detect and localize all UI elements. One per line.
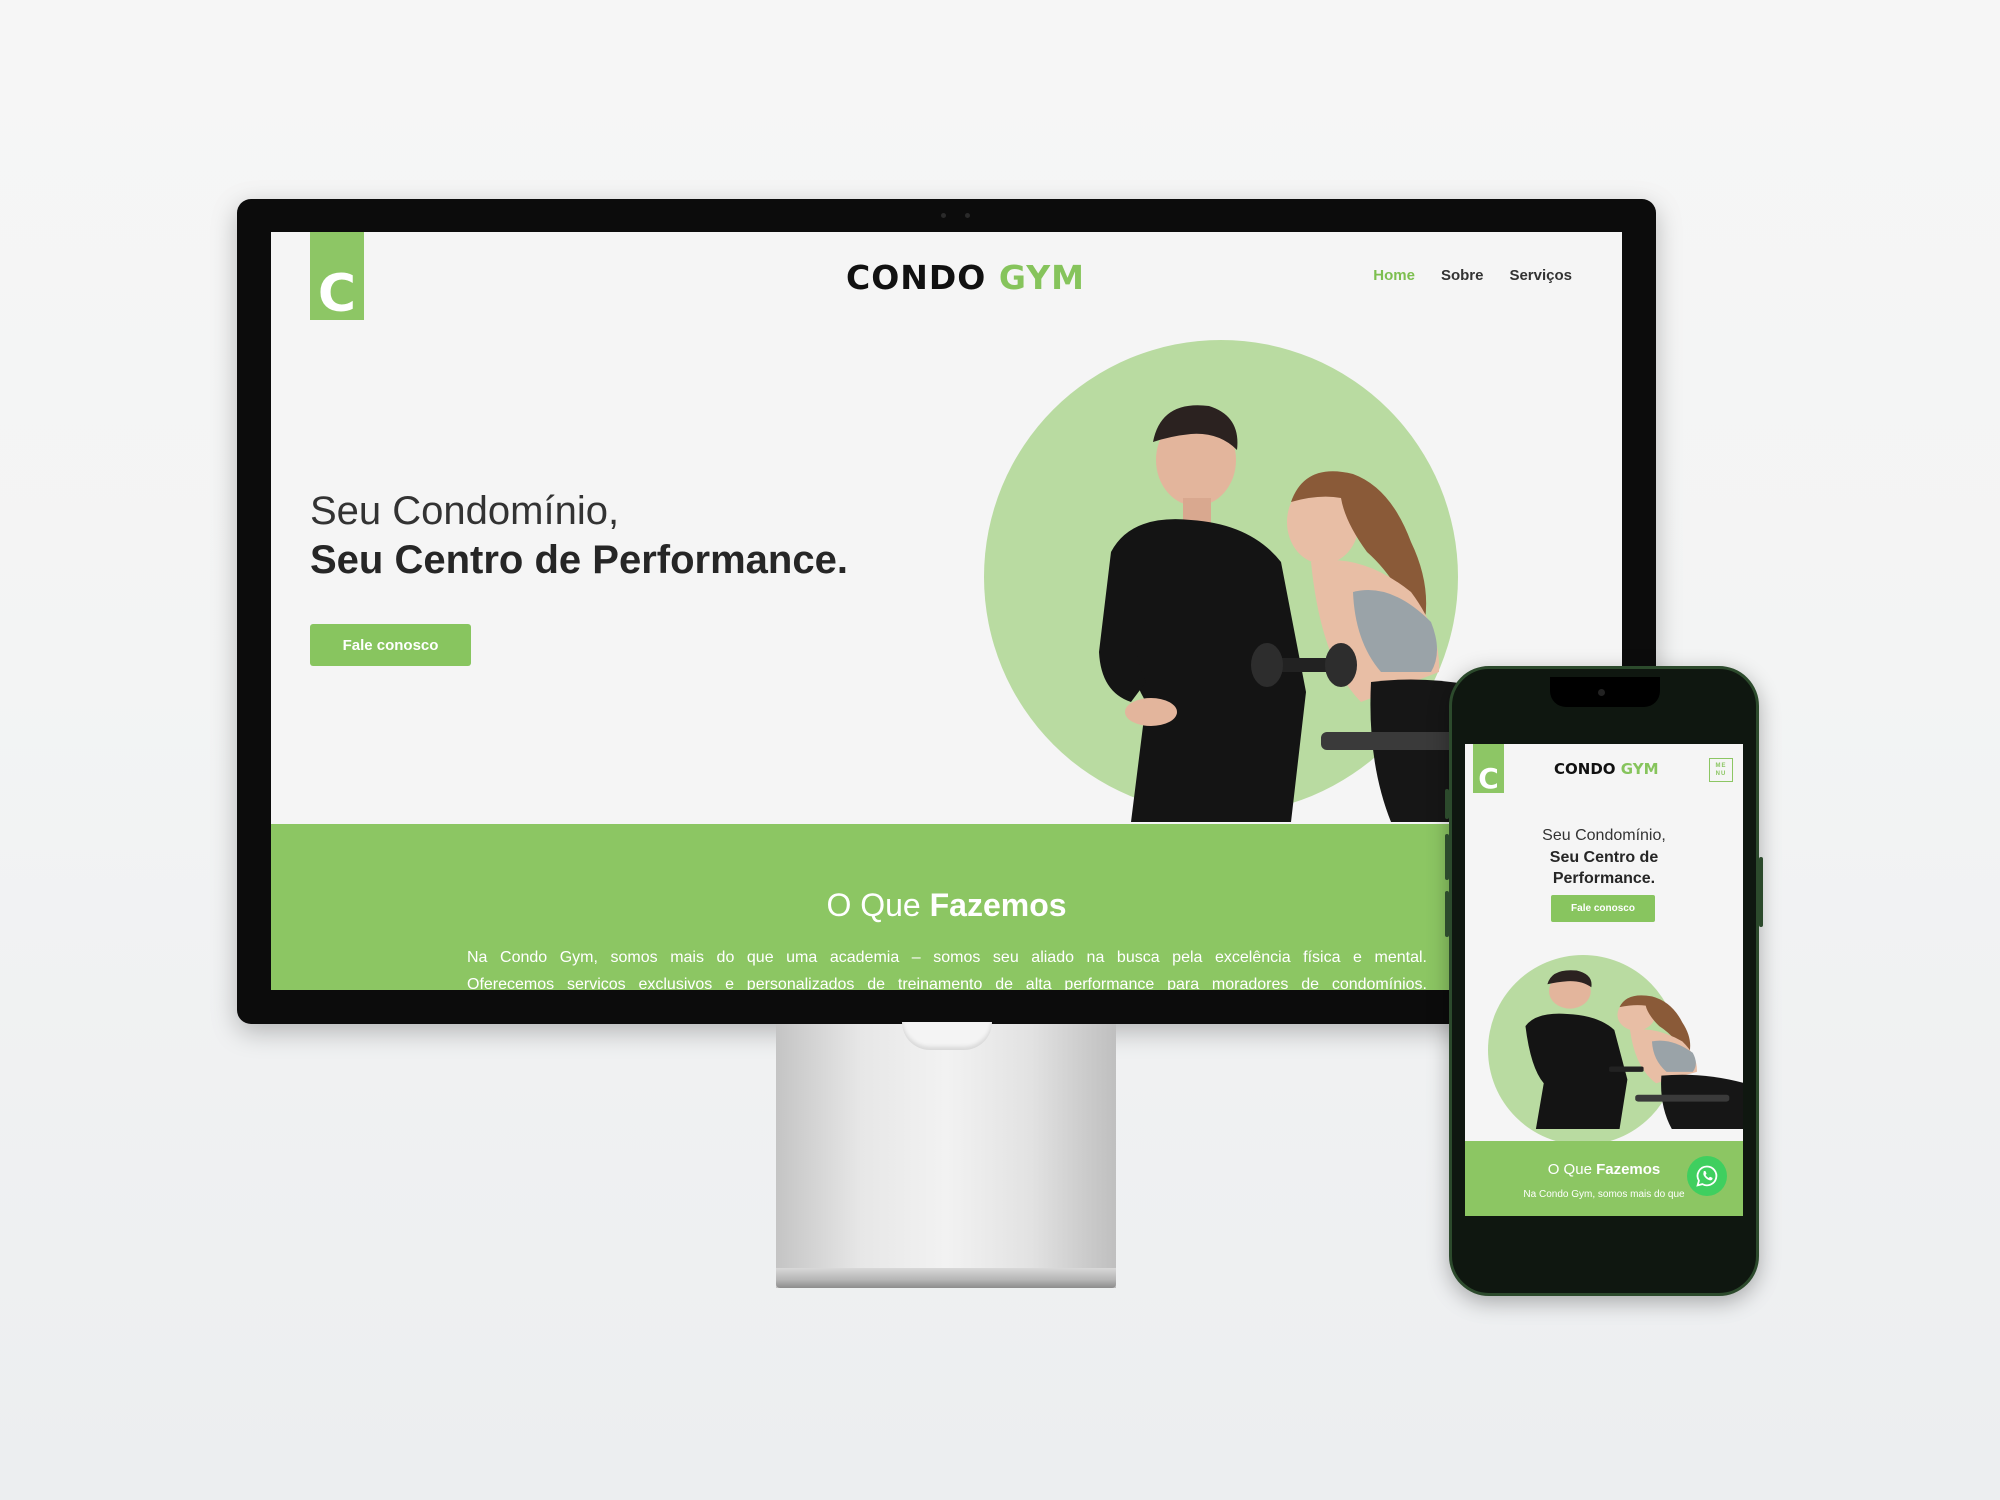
mobile-hero-light: Seu Condomínio, [1542,827,1666,844]
mobile-logo-letter: C [1478,762,1499,795]
section-title: O Que Fazemos [826,887,1067,923]
logo-letter: C [317,264,357,324]
mobile-contact-button[interactable]: Fale conosco [1551,895,1655,922]
mobile-phone: C CONDO GYM ME NU Seu Condomínio, Seu Ce… [1445,666,1763,1296]
mobile-hero-bold: Seu Centro de Performance. [1549,849,1659,887]
brand-main: CONDO [846,258,987,297]
monitor-stand-foot [776,1268,1116,1288]
desktop-monitor: C CONDO GYM Home Sobre Serviços Seu Cond… [237,199,1656,1024]
section-text: Na Condo Gym, somos mais do que uma acad… [467,949,1427,990]
mobile-hero-image [1525,970,1743,1129]
nav-home[interactable]: Home [1373,267,1415,284]
camera-icon [937,213,977,219]
mobile-screen: C CONDO GYM ME NU Seu Condomínio, Seu Ce… [1465,744,1743,1216]
contact-button[interactable]: Fale conosco [310,624,471,666]
what-we-do-section: O Que Fazemos Na Condo Gym, somos mais d… [271,824,1622,990]
desktop-screen: C CONDO GYM Home Sobre Serviços Seu Cond… [271,232,1622,990]
menu-button[interactable]: ME NU [1709,758,1733,782]
hero-headline-bold: Seu Centro de Performance. [310,538,848,582]
main-nav: Home Sobre Serviços [1373,267,1572,284]
phone-notch [1550,677,1660,707]
logo[interactable]: C [310,232,364,320]
nav-sobre[interactable]: Sobre [1441,267,1484,284]
mobile-logo[interactable]: C [1473,744,1504,793]
brand-accent: GYM [998,258,1085,297]
whatsapp-button[interactable] [1687,1156,1727,1196]
mobile-brand-name[interactable]: CONDO GYM [1554,760,1659,778]
monitor-stand [776,1022,1116,1288]
whatsapp-icon [1696,1165,1718,1187]
nav-servicos[interactable]: Serviços [1509,267,1572,284]
brand-name[interactable]: CONDO GYM [846,258,1085,297]
hero-headline-light: Seu Condomínio, [310,489,620,533]
